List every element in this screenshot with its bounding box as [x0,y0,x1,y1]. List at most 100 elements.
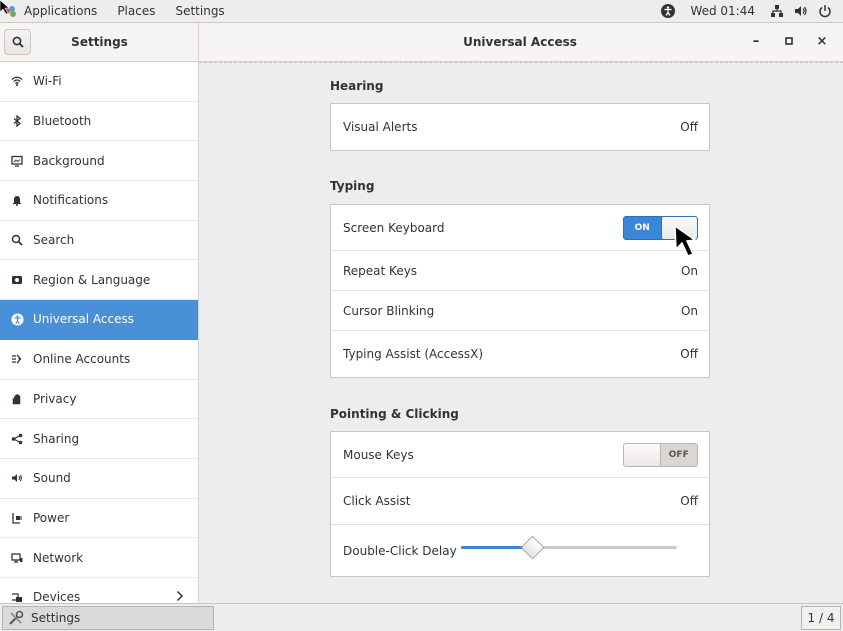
share-icon [9,431,25,447]
volume-icon[interactable] [793,3,809,19]
places-menu[interactable]: Places [107,0,165,22]
network-icon[interactable] [769,3,785,19]
pointing-list: Mouse Keys OFF Click Assist Off Double-C… [330,431,710,577]
typing-assist-row[interactable]: Typing Assist (AccessX) Off [331,331,709,377]
sidebar-item-label: Notifications [33,193,109,208]
row-label: Cursor Blinking [343,303,435,318]
row-label: Typing Assist (AccessX) [343,347,484,361]
header-bar: Settings Universal Access – × [0,23,843,62]
sidebar-item-universal-access[interactable]: Universal Access [0,300,198,340]
sidebar-title: Settings [71,35,128,49]
settings-tools-icon [7,609,25,627]
sidebar-item-label: Devices [33,590,81,604]
taskbar-item-settings[interactable]: Settings [2,606,214,630]
section-title-typing: Typing [330,179,375,193]
row-value: Off [680,347,698,361]
applications-menu[interactable]: Applications [18,0,107,22]
power-icon[interactable] [817,3,833,19]
universal-access-panel: Hearing Visual Alerts Off Typing Screen … [199,62,843,604]
row-label: Mouse Keys [343,447,414,462]
workspace-pager[interactable]: 1 / 4 [801,606,841,630]
switch-state: ON [634,223,650,233]
row-label: Repeat Keys [343,263,418,278]
top-panel: Applications Places Settings Wed 01:44 [0,0,843,22]
visual-alerts-row[interactable]: Visual Alerts Off [331,104,709,150]
mouse-keys-switch[interactable]: OFF [623,443,698,467]
settings-menu[interactable]: Settings [165,0,234,22]
sidebar-item-online-accounts[interactable]: Online Accounts [0,340,198,380]
sidebar-item-devices[interactable]: Devices [0,578,198,604]
maximize-button[interactable] [781,33,797,49]
row-label: Visual Alerts [343,120,418,134]
double-click-delay-row: Double-Click Delay [331,525,709,576]
sidebar-item-label: Bluetooth [33,114,92,129]
switch-knob[interactable] [624,444,661,466]
sidebar-item-background[interactable]: Background [0,141,198,182]
mouse-pointer-icon [0,0,10,14]
sidebar-item-label: Sharing [33,431,80,446]
background-icon [9,153,25,169]
row-value: On [680,303,698,318]
row-label: Click Assist [343,494,411,508]
screen-keyboard-row[interactable]: Screen Keyboard ON [331,205,709,251]
hand-icon [9,391,25,407]
minimize-button[interactable]: – [748,33,764,49]
sidebar-item-power[interactable]: Power [0,499,198,539]
sidebar-item-label: Background [33,153,105,168]
accessibility-icon[interactable] [660,3,676,19]
power-plug-icon [9,510,25,526]
slider-handle[interactable] [520,535,545,560]
chevron-right-icon [176,590,184,604]
sidebar-item-label: Network [33,550,84,565]
sidebar-item-wifi[interactable]: Wi-Fi [0,62,198,102]
top-divider [199,62,843,63]
taskbar-item-label: Settings [31,611,81,625]
sidebar-header: Settings [0,23,199,62]
hearing-list: Visual Alerts Off [330,103,710,151]
sidebar-item-bluetooth[interactable]: Bluetooth [0,102,198,142]
switch-state: OFF [668,450,689,460]
sidebar-item-sharing[interactable]: Sharing [0,419,198,459]
accessibility-icon [9,311,25,327]
clock[interactable]: Wed 01:44 [690,4,755,18]
sidebar-item-label: Online Accounts [33,352,131,367]
sidebar-item-notifications[interactable]: Notifications [0,181,198,221]
row-label: Double-Click Delay [343,543,457,558]
sidebar-item-region-language[interactable]: Region & Language [0,260,198,301]
typing-list: Screen Keyboard ON Repeat Keys On Cursor… [330,204,710,378]
mouse-keys-row[interactable]: Mouse Keys OFF [331,432,709,478]
sidebar-item-label: Universal Access [33,312,134,327]
online-accounts-icon [9,351,25,367]
cursor-blinking-row[interactable]: Cursor Blinking On [331,291,709,331]
window-title: Universal Access [463,35,577,49]
sidebar-item-network[interactable]: Network [0,538,198,578]
sidebar-item-label: Wi-Fi [33,74,62,89]
section-title-hearing: Hearing [330,79,384,93]
sidebar-item-privacy[interactable]: Privacy [0,380,198,420]
double-click-delay-slider[interactable] [461,525,677,576]
network-icon [9,550,25,566]
sidebar-item-label: Sound [33,471,71,486]
devices-icon [9,589,25,604]
row-value: Off [680,494,698,508]
bell-icon [9,192,25,208]
repeat-keys-row[interactable]: Repeat Keys On [331,251,709,291]
sidebar-item-label: Search [33,233,75,248]
region-icon [9,272,25,288]
sidebar-item-label: Power [33,510,70,525]
bluetooth-icon [9,113,25,129]
sidebar: Wi-Fi Bluetooth Background Notifications… [0,62,199,604]
speaker-icon [9,470,25,486]
section-title-pointing: Pointing & Clicking [330,407,459,421]
row-label: Screen Keyboard [343,220,445,235]
wifi-icon [9,73,25,89]
mouse-pointer-icon [674,224,698,257]
click-assist-row[interactable]: Click Assist Off [331,478,709,525]
sidebar-item-label: Privacy [33,391,77,406]
close-button[interactable]: × [814,33,830,49]
sidebar-item-label: Region & Language [33,272,151,287]
maximize-icon [785,37,793,45]
settings-window: Settings Universal Access – × Wi-Fi Blue… [0,22,843,604]
sidebar-item-search[interactable]: Search [0,221,198,261]
sidebar-item-sound[interactable]: Sound [0,459,198,499]
